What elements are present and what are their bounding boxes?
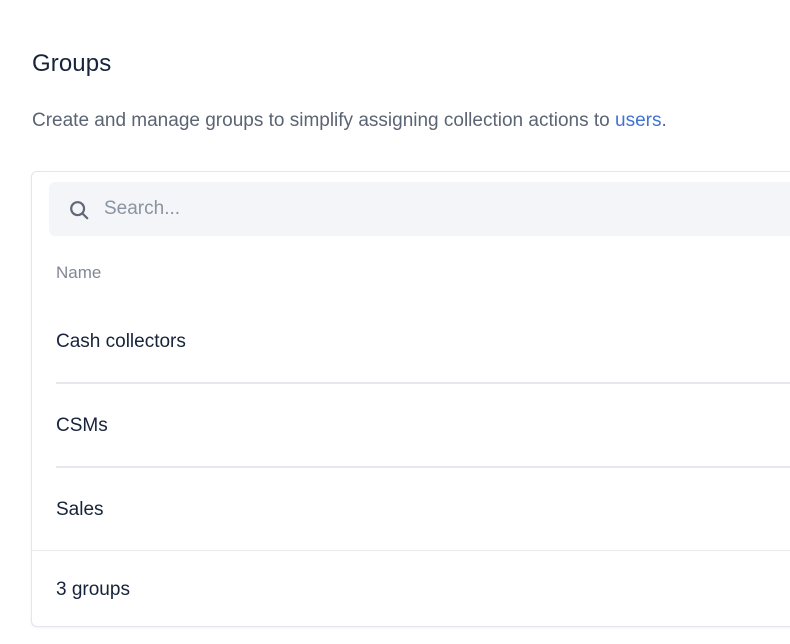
description-text: Create and manage groups to simplify ass… <box>32 110 615 131</box>
users-link[interactable]: users <box>615 110 661 131</box>
table-row[interactable]: CSMs <box>56 384 790 468</box>
groups-table-card: Name Cash collectors CSMs Sales 3 groups <box>31 171 790 627</box>
table-footer: 3 groups <box>32 550 790 626</box>
group-count: 3 groups <box>56 579 130 600</box>
description-suffix: . <box>661 110 667 131</box>
page-title: Groups <box>32 50 112 77</box>
search-icon <box>70 201 89 220</box>
search-bar[interactable] <box>49 182 790 236</box>
search-input[interactable] <box>104 192 784 226</box>
groups-page: Groups Create and manage groups to simpl… <box>0 0 790 644</box>
column-header-name[interactable]: Name <box>56 262 101 284</box>
table-row[interactable]: Sales <box>56 468 790 552</box>
group-name-cell: CSMs <box>56 415 108 436</box>
group-name-cell: Sales <box>56 499 104 520</box>
page-description: Create and manage groups to simplify ass… <box>32 108 667 134</box>
group-name-cell: Cash collectors <box>56 331 186 352</box>
table-row[interactable]: Cash collectors <box>56 300 790 384</box>
